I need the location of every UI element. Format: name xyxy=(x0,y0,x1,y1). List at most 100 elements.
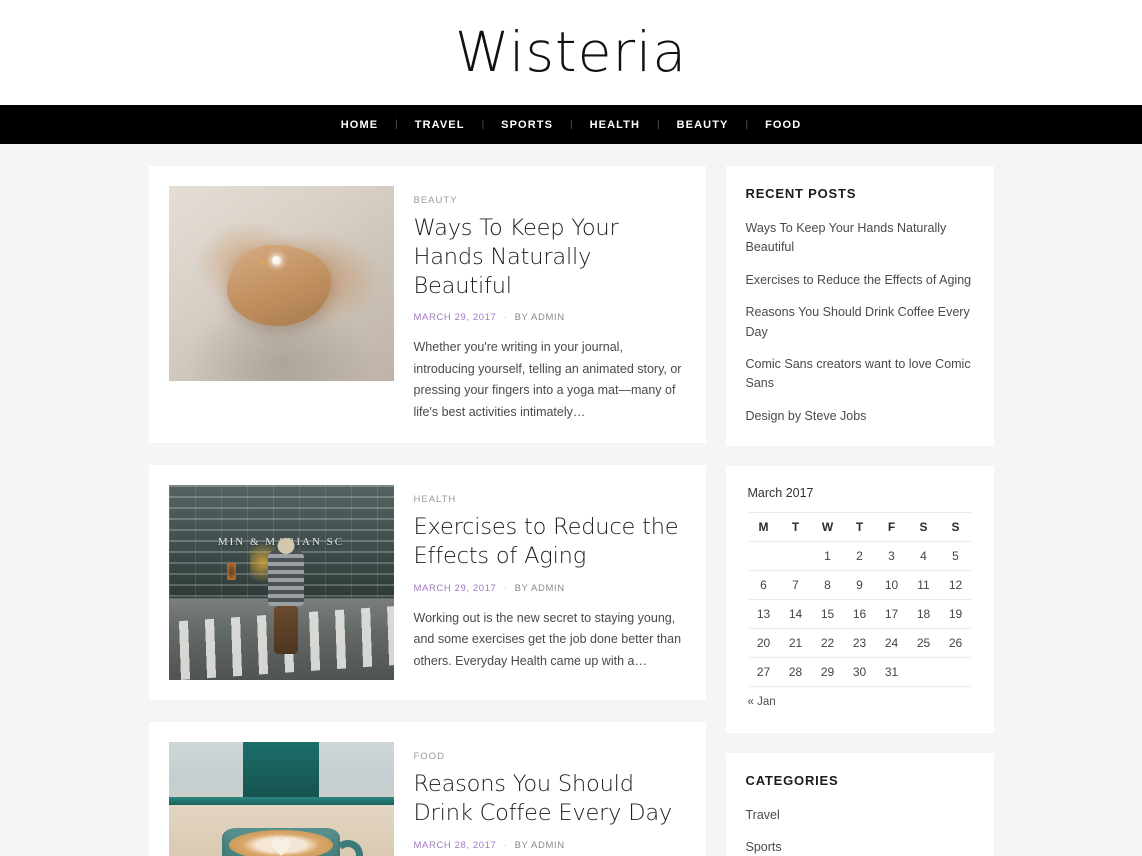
nav-item-health[interactable]: HEALTH xyxy=(573,119,657,131)
post-category[interactable]: FOOD xyxy=(414,751,445,762)
calendar-day[interactable]: 26 xyxy=(939,628,972,658)
calendar-day[interactable]: 13 xyxy=(747,599,780,629)
weekday-tuesday: T xyxy=(779,512,812,542)
calendar-day[interactable]: 6 xyxy=(747,570,780,600)
weekday-saturday: S xyxy=(907,512,940,542)
categories-list: Travel Sports Health Beauty xyxy=(746,806,974,856)
meta-separator: · xyxy=(503,839,508,851)
calendar-body: 1 2 3 4 5 6 7 8 9 10 11 12 13 14 15 16 1… xyxy=(747,541,972,687)
post-author[interactable]: BY ADMIN xyxy=(515,583,565,594)
calendar-day[interactable]: 18 xyxy=(907,599,940,629)
post-card: BEAUTY Ways To Keep Your Hands Naturally… xyxy=(148,166,706,444)
post-author[interactable]: BY ADMIN xyxy=(515,840,565,851)
calendar-day[interactable]: 5 xyxy=(939,541,972,571)
calendar-day-empty xyxy=(747,541,780,571)
site-header: Wisteria xyxy=(0,0,1142,105)
traffic-light-icon xyxy=(227,563,236,581)
calendar-week-row: 1 2 3 4 5 xyxy=(747,541,972,571)
post-title[interactable]: Exercises to Reduce the Effects of Aging xyxy=(414,513,686,571)
nav-item-beauty[interactable]: BEAUTY xyxy=(660,119,746,131)
post-author[interactable]: BY ADMIN xyxy=(515,312,565,323)
nav-item-home[interactable]: HOME xyxy=(324,119,395,131)
calendar-day[interactable]: 21 xyxy=(779,628,812,658)
calendar-head: M T W T F S S xyxy=(747,512,972,542)
recent-post-item[interactable]: Ways To Keep Your Hands Naturally Beauti… xyxy=(746,219,974,258)
calendar-day[interactable]: 11 xyxy=(907,570,940,600)
nav-item-sports[interactable]: SPORTS xyxy=(484,119,570,131)
calendar-day[interactable]: 31 xyxy=(875,657,908,687)
calendar-prev-month-link[interactable]: « Jan xyxy=(748,687,972,716)
calendar-day[interactable]: 28 xyxy=(779,657,812,687)
calendar-week-row: 27 28 29 30 31 xyxy=(747,657,972,687)
weekday-sunday: S xyxy=(939,512,972,542)
pedestrian-legs xyxy=(273,606,298,655)
post-category[interactable]: BEAUTY xyxy=(414,195,458,206)
calendar-foot: « Jan xyxy=(748,687,972,716)
nav-item-food[interactable]: FOOD xyxy=(748,119,818,131)
widget-title-categories: CATEGORIES xyxy=(745,773,839,788)
window-pane xyxy=(242,742,320,801)
calendar-day[interactable]: 9 xyxy=(843,570,876,600)
calendar-day[interactable]: 24 xyxy=(875,628,908,658)
site-logo[interactable]: Wisteria xyxy=(455,25,687,80)
category-item-travel[interactable]: Travel xyxy=(746,806,974,825)
recent-post-item[interactable]: Design by Steve Jobs xyxy=(746,407,974,426)
post-thumbnail-latte-cup[interactable] xyxy=(168,742,394,856)
calendar-day-empty xyxy=(779,541,812,571)
calendar-day-empty xyxy=(939,657,972,687)
post-category[interactable]: HEALTH xyxy=(414,494,457,505)
calendar-week-row: 13 14 15 16 17 18 19 xyxy=(747,599,972,629)
post-title[interactable]: Ways To Keep Your Hands Naturally Beauti… xyxy=(414,214,686,300)
calendar-day[interactable]: 22 xyxy=(811,628,844,658)
nav-item-travel[interactable]: TRAVEL xyxy=(398,119,482,131)
nav-list: HOME | TRAVEL | SPORTS | HEALTH | BEAUTY… xyxy=(324,119,819,131)
weekday-friday: F xyxy=(875,512,908,542)
post-thumbnail-person-crossing-street[interactable]: MIN & MARIAN SC xyxy=(168,485,394,681)
calendar-day[interactable]: 10 xyxy=(875,570,908,600)
calendar-day-empty xyxy=(907,657,940,687)
calendar-day[interactable]: 8 xyxy=(811,570,844,600)
calendar-day[interactable]: 19 xyxy=(939,599,972,629)
recent-post-item[interactable]: Exercises to Reduce the Effects of Aging xyxy=(746,271,974,290)
post-meta: MARCH 28, 2017 · BY ADMIN xyxy=(414,840,686,851)
pedestrian-body xyxy=(267,549,304,606)
category-item-sports[interactable]: Sports xyxy=(746,838,974,856)
calendar-day[interactable]: 17 xyxy=(875,599,908,629)
post-date[interactable]: MARCH 29, 2017 xyxy=(414,312,497,323)
weekday-monday: M xyxy=(747,512,780,542)
recent-posts-list: Ways To Keep Your Hands Naturally Beauti… xyxy=(746,219,974,426)
calendar-day[interactable]: 27 xyxy=(747,657,780,687)
calendar-day[interactable]: 23 xyxy=(843,628,876,658)
post-thumbnail-hands-with-rings[interactable] xyxy=(168,186,394,381)
calendar-day[interactable]: 29 xyxy=(811,657,844,687)
recent-post-item[interactable]: Comic Sans creators want to love Comic S… xyxy=(746,355,974,394)
calendar-day[interactable]: 25 xyxy=(907,628,940,658)
pedestrian-head xyxy=(277,538,294,555)
calendar-day[interactable]: 14 xyxy=(779,599,812,629)
widget-title-recent-posts: RECENT POSTS xyxy=(745,186,857,201)
post-body: BEAUTY Ways To Keep Your Hands Naturally… xyxy=(414,186,686,423)
calendar-weekday-row: M T W T F S S xyxy=(747,512,972,542)
calendar-day[interactable]: 2 xyxy=(843,541,876,571)
calendar-day[interactable]: 7 xyxy=(779,570,812,600)
widget-calendar: March 2017 M T W T F S S 1 2 3 4 5 6 7 8… xyxy=(725,466,994,733)
calendar-day[interactable]: 3 xyxy=(875,541,908,571)
post-excerpt: Whether you're writing in your journal, … xyxy=(413,340,682,419)
calendar-caption: March 2017 xyxy=(747,486,814,500)
calendar-day[interactable]: 16 xyxy=(843,599,876,629)
calendar-day[interactable]: 1 xyxy=(811,541,844,571)
post-date[interactable]: MARCH 29, 2017 xyxy=(414,583,497,594)
calendar-week-row: 20 21 22 23 24 25 26 xyxy=(747,628,972,658)
widget-recent-posts: RECENT POSTS Ways To Keep Your Hands Nat… xyxy=(725,166,994,446)
recent-post-item[interactable]: Reasons You Should Drink Coffee Every Da… xyxy=(746,303,974,342)
calendar-day[interactable]: 30 xyxy=(843,657,876,687)
page-wrapper: BEAUTY Ways To Keep Your Hands Naturally… xyxy=(0,144,1142,856)
calendar-day[interactable]: 4 xyxy=(907,541,940,571)
widget-categories: CATEGORIES Travel Sports Health Beauty xyxy=(725,753,994,856)
post-title[interactable]: Reasons You Should Drink Coffee Every Da… xyxy=(414,770,686,828)
calendar-day[interactable]: 12 xyxy=(939,570,972,600)
calendar-day[interactable]: 15 xyxy=(811,599,844,629)
post-body: FOOD Reasons You Should Drink Coffee Eve… xyxy=(414,742,686,856)
calendar-day[interactable]: 20 xyxy=(747,628,780,658)
post-date[interactable]: MARCH 28, 2017 xyxy=(414,840,497,851)
